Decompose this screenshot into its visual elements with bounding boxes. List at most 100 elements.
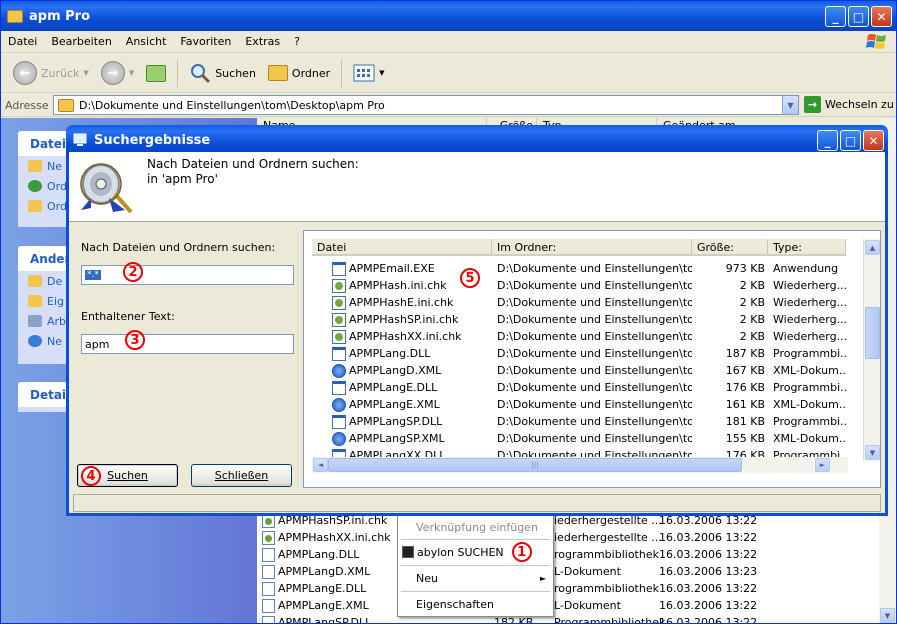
result-row[interactable]: APMPHashE.ini.chk D:\Dokumente und Einste… [312,294,846,311]
views-icon [353,64,375,82]
result-row[interactable]: APMPHashSP.ini.chk D:\Dokumente und Einst… [312,311,846,328]
list-item[interactable]: APMPLangD.XML [262,563,370,580]
address-input[interactable]: D:\Dokumente und Einstellungen\tom\Deskt… [53,95,799,115]
dll-file-icon [332,346,346,361]
results-list: Datei Im Ordner: Größe: Type: APMPEmail.… [303,230,881,488]
file-type: Programmbibliothek [554,616,666,624]
result-folder: D:\Dokumente und Einstellungen\to... [497,364,692,377]
views-button[interactable]: ▼ [349,62,388,84]
go-arrow-icon: → [804,96,821,113]
result-folder: D:\Dokumente und Einstellungen\to... [497,432,692,445]
forward-button[interactable]: → ▼ [97,59,138,87]
dialog-close-button[interactable]: ✕ [863,130,884,151]
dll-file-icon [332,380,346,395]
result-row[interactable]: APMPLang.DLL D:\Dokumente und Einstellung… [312,345,846,362]
menu-item-properties[interactable]: Eigenschaften [399,594,552,614]
dialog-maximize-button[interactable]: □ [840,130,861,151]
exe-file-icon [332,261,346,276]
col-size[interactable]: Größe: [692,239,768,254]
hlp-file-icon [332,329,346,344]
close-dialog-button[interactable]: Schließen [191,464,292,487]
up-folder-button[interactable] [142,63,170,84]
task-item-label: De [47,274,63,288]
file-icon [262,547,275,562]
result-row[interactable]: APMPHash.ini.chk D:\Dokumente und Einstel… [312,277,846,294]
scroll-up-icon[interactable]: ▲ [865,240,880,255]
dialog-minimize-button[interactable]: _ [817,130,838,151]
result-row[interactable]: APMPLangSP.XML D:\Dokumente und Einstellu… [312,430,846,447]
results-horizontal-scrollbar[interactable]: ◄ ||| ► [312,457,848,473]
list-item[interactable]: APMPLangSP.DLL [262,614,371,623]
dialog-titlebar[interactable]: Suchergebnisse _ □ ✕ [66,125,888,155]
menu-extras[interactable]: Extras [238,35,287,48]
dialog-title: Suchergebnisse [94,132,211,148]
search-field-label: Nach Dateien und Ordnern suchen: [81,241,276,254]
folder-icon [58,98,74,112]
menu-favoriten[interactable]: Favoriten [173,35,238,48]
maximize-button[interactable]: □ [848,6,869,27]
folders-button[interactable]: Ordner [264,63,334,83]
scroll-left-icon[interactable]: ◄ [313,458,328,472]
result-type: Wiederherg... [773,313,846,326]
list-item[interactable]: APMPHashXX.ini.chk [262,529,391,546]
task-item-label: Eig [47,294,64,308]
menu-ansicht[interactable]: Ansicht [119,35,174,48]
dll-file-icon [332,414,346,429]
address-dropdown-icon[interactable]: ▼ [782,96,798,114]
scroll-right-icon[interactable]: ► [815,458,830,472]
result-row[interactable]: APMPLangE.DLL D:\Dokumente und Einstellun… [312,379,846,396]
file-name: APMPLangE.XML [278,599,369,612]
address-label: Adresse [5,98,49,112]
result-row[interactable]: APMPLangD.XML D:\Dokumente und Einstellun… [312,362,846,379]
result-row[interactable]: APMPEmail.EXE D:\Dokumente und Einstellun… [312,260,846,277]
minimize-button[interactable]: _ [825,6,846,27]
computer-icon [28,315,42,327]
scroll-thumb[interactable] [865,307,880,359]
search-button[interactable]: Suchen [185,60,260,86]
forward-arrow-icon: → [100,61,125,85]
search-pattern-input[interactable]: *.* [81,265,294,285]
menu-bearbeiten[interactable]: Bearbeiten [44,35,118,48]
go-label: Wechseln zu [825,98,894,111]
windows-logo-icon [866,34,886,49]
window-titlebar[interactable]: apm Pro _ □ ✕ [1,1,896,31]
result-size: 2 KB [739,296,765,309]
task-item-label: Ord [47,199,67,213]
result-row[interactable]: APMPHashXX.ini.chk D:\Dokumente und Einst… [312,328,846,345]
xml-file-icon [332,397,346,412]
menu-item-abylon-search[interactable]: abylon SUCHEN 1 [399,542,552,562]
result-size: 176 KB [725,381,765,394]
result-row[interactable]: APMPLangSP.DLL D:\Dokumente und Einstellu… [312,413,846,430]
list-item[interactable]: APMPLang.DLL [262,546,359,563]
go-button[interactable]: → Wechseln zu [804,96,894,113]
back-button[interactable]: ← Zurück ▼ [9,59,93,87]
result-type: Wiederherg... [773,279,846,292]
result-size: 2 KB [739,330,765,343]
scroll-thumb[interactable]: ||| [328,458,742,472]
up-folder-icon [146,64,167,82]
menu-item-new[interactable]: Neu ► [399,568,552,588]
result-type: Wiederherg... [773,296,846,309]
result-row[interactable]: APMPLangE.XML D:\Dokumente und Einstellun… [312,396,846,413]
close-button[interactable]: ✕ [871,6,892,27]
col-folder[interactable]: Im Ordner: [492,239,692,254]
abylon-icon [402,546,414,558]
menu-item-paste-shortcut[interactable]: Verknüpfung einfügen [399,517,552,537]
menu-help[interactable]: ? [287,35,307,48]
results-vertical-scrollbar[interactable]: ▲ ▼ [863,239,880,461]
col-file[interactable]: Datei [312,239,492,254]
contained-text-input[interactable]: apm [81,334,294,354]
file-type: iederhergestellte ... [554,531,662,544]
result-size: 187 KB [725,347,765,360]
menu-item-label: Neu [416,571,438,585]
scroll-down-icon[interactable]: ▼ [865,445,880,460]
col-type[interactable]: Type: [768,239,846,254]
list-item[interactable]: APMPLangE.DLL [262,580,366,597]
result-folder: D:\Dokumente und Einstellungen\to... [497,347,692,360]
menu-datei[interactable]: Datei [1,35,44,48]
file-date: 16.03.2006 13:22 [659,531,758,544]
file-name: APMPLang.DLL [278,548,360,561]
scroll-down-icon[interactable]: ▼ [880,608,895,623]
list-item[interactable]: APMPLangE.XML [262,597,369,614]
file-icon [262,564,275,579]
